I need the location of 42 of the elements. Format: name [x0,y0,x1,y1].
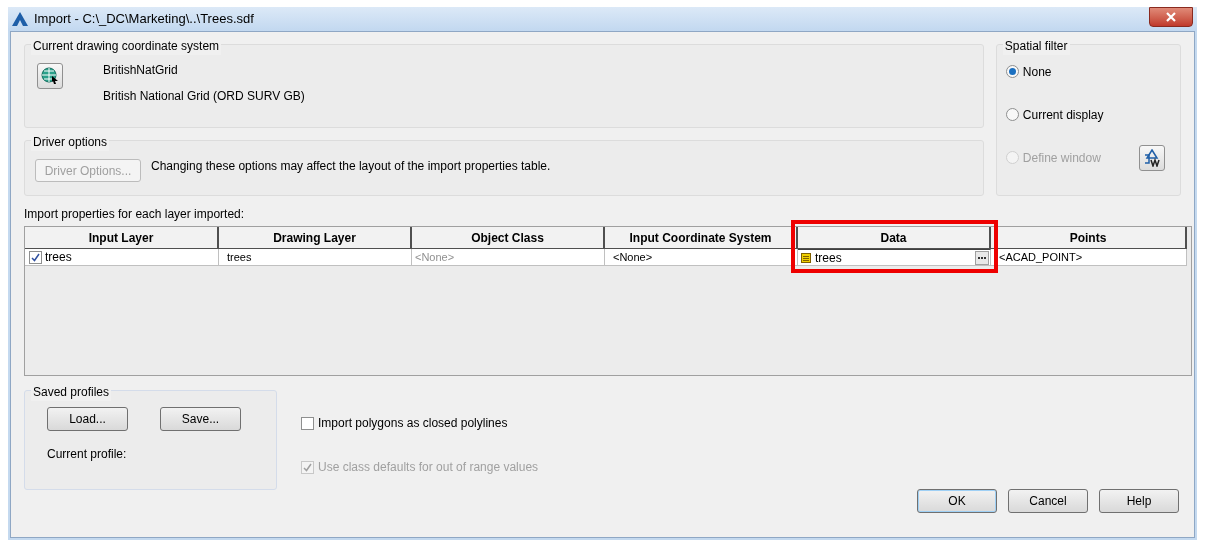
radio-button[interactable] [1005,65,1019,78]
column-header[interactable]: Object Class [412,227,605,249]
checkbox[interactable] [301,416,314,430]
close-button[interactable] [1149,7,1193,27]
table-icon [801,252,811,263]
radio-label: None [1022,63,1052,81]
current-profile-label: Current profile: [47,446,128,463]
shapes-icon [1142,148,1161,167]
ellipsis-button[interactable] [975,250,989,265]
coordinate-system-name: British National Grid (ORD SURV GB) [103,88,305,105]
table-cell-text: trees [227,249,252,265]
table-label: Import properties for each layer imported: [24,206,246,223]
table-cell-text: <ACAD_POINT> [999,249,1083,265]
globe-icon [41,67,59,85]
checkbox-label: Import polygons as closed polylines [318,415,508,432]
profile-button[interactable]: Save... [160,407,241,431]
coordinate-system-code: BritishNatGrid [103,62,179,79]
ellipsis-icon [978,256,986,259]
window-title: Import - C:\_DC\Marketing\..\Trees.sdf [34,10,254,29]
column-header[interactable]: Data [798,227,991,249]
dialog-button[interactable]: OK [917,489,997,513]
table-cell-text: trees [815,249,842,267]
checkbox-label: Use class defaults for out of range values [318,459,539,476]
app-logo-icon [12,12,28,26]
checkbox[interactable] [29,250,42,264]
define-window-button[interactable] [1138,144,1165,171]
radio-label: Define window [1022,149,1101,167]
dialog-button[interactable]: Help [1099,489,1179,513]
column-header[interactable]: Points [991,227,1187,249]
radio-button[interactable] [1005,108,1019,121]
dialog-button[interactable]: Cancel [1008,489,1088,513]
close-icon [1166,12,1176,22]
coordinate-system-button[interactable] [37,63,63,89]
column-header[interactable]: Input Layer [25,227,219,249]
table-cell-text: <None> [613,249,653,265]
profile-button[interactable]: Load... [47,407,128,431]
column-header[interactable]: Input Coordinate System [605,227,798,249]
table-cell-text: trees [45,249,72,266]
table-cell-text: <None> [415,249,455,265]
radio-label: Current display [1022,106,1104,124]
driver-options-note: Changing these options may affect the layout of the import properties table. [151,158,551,175]
column-header[interactable]: Drawing Layer [219,227,412,249]
